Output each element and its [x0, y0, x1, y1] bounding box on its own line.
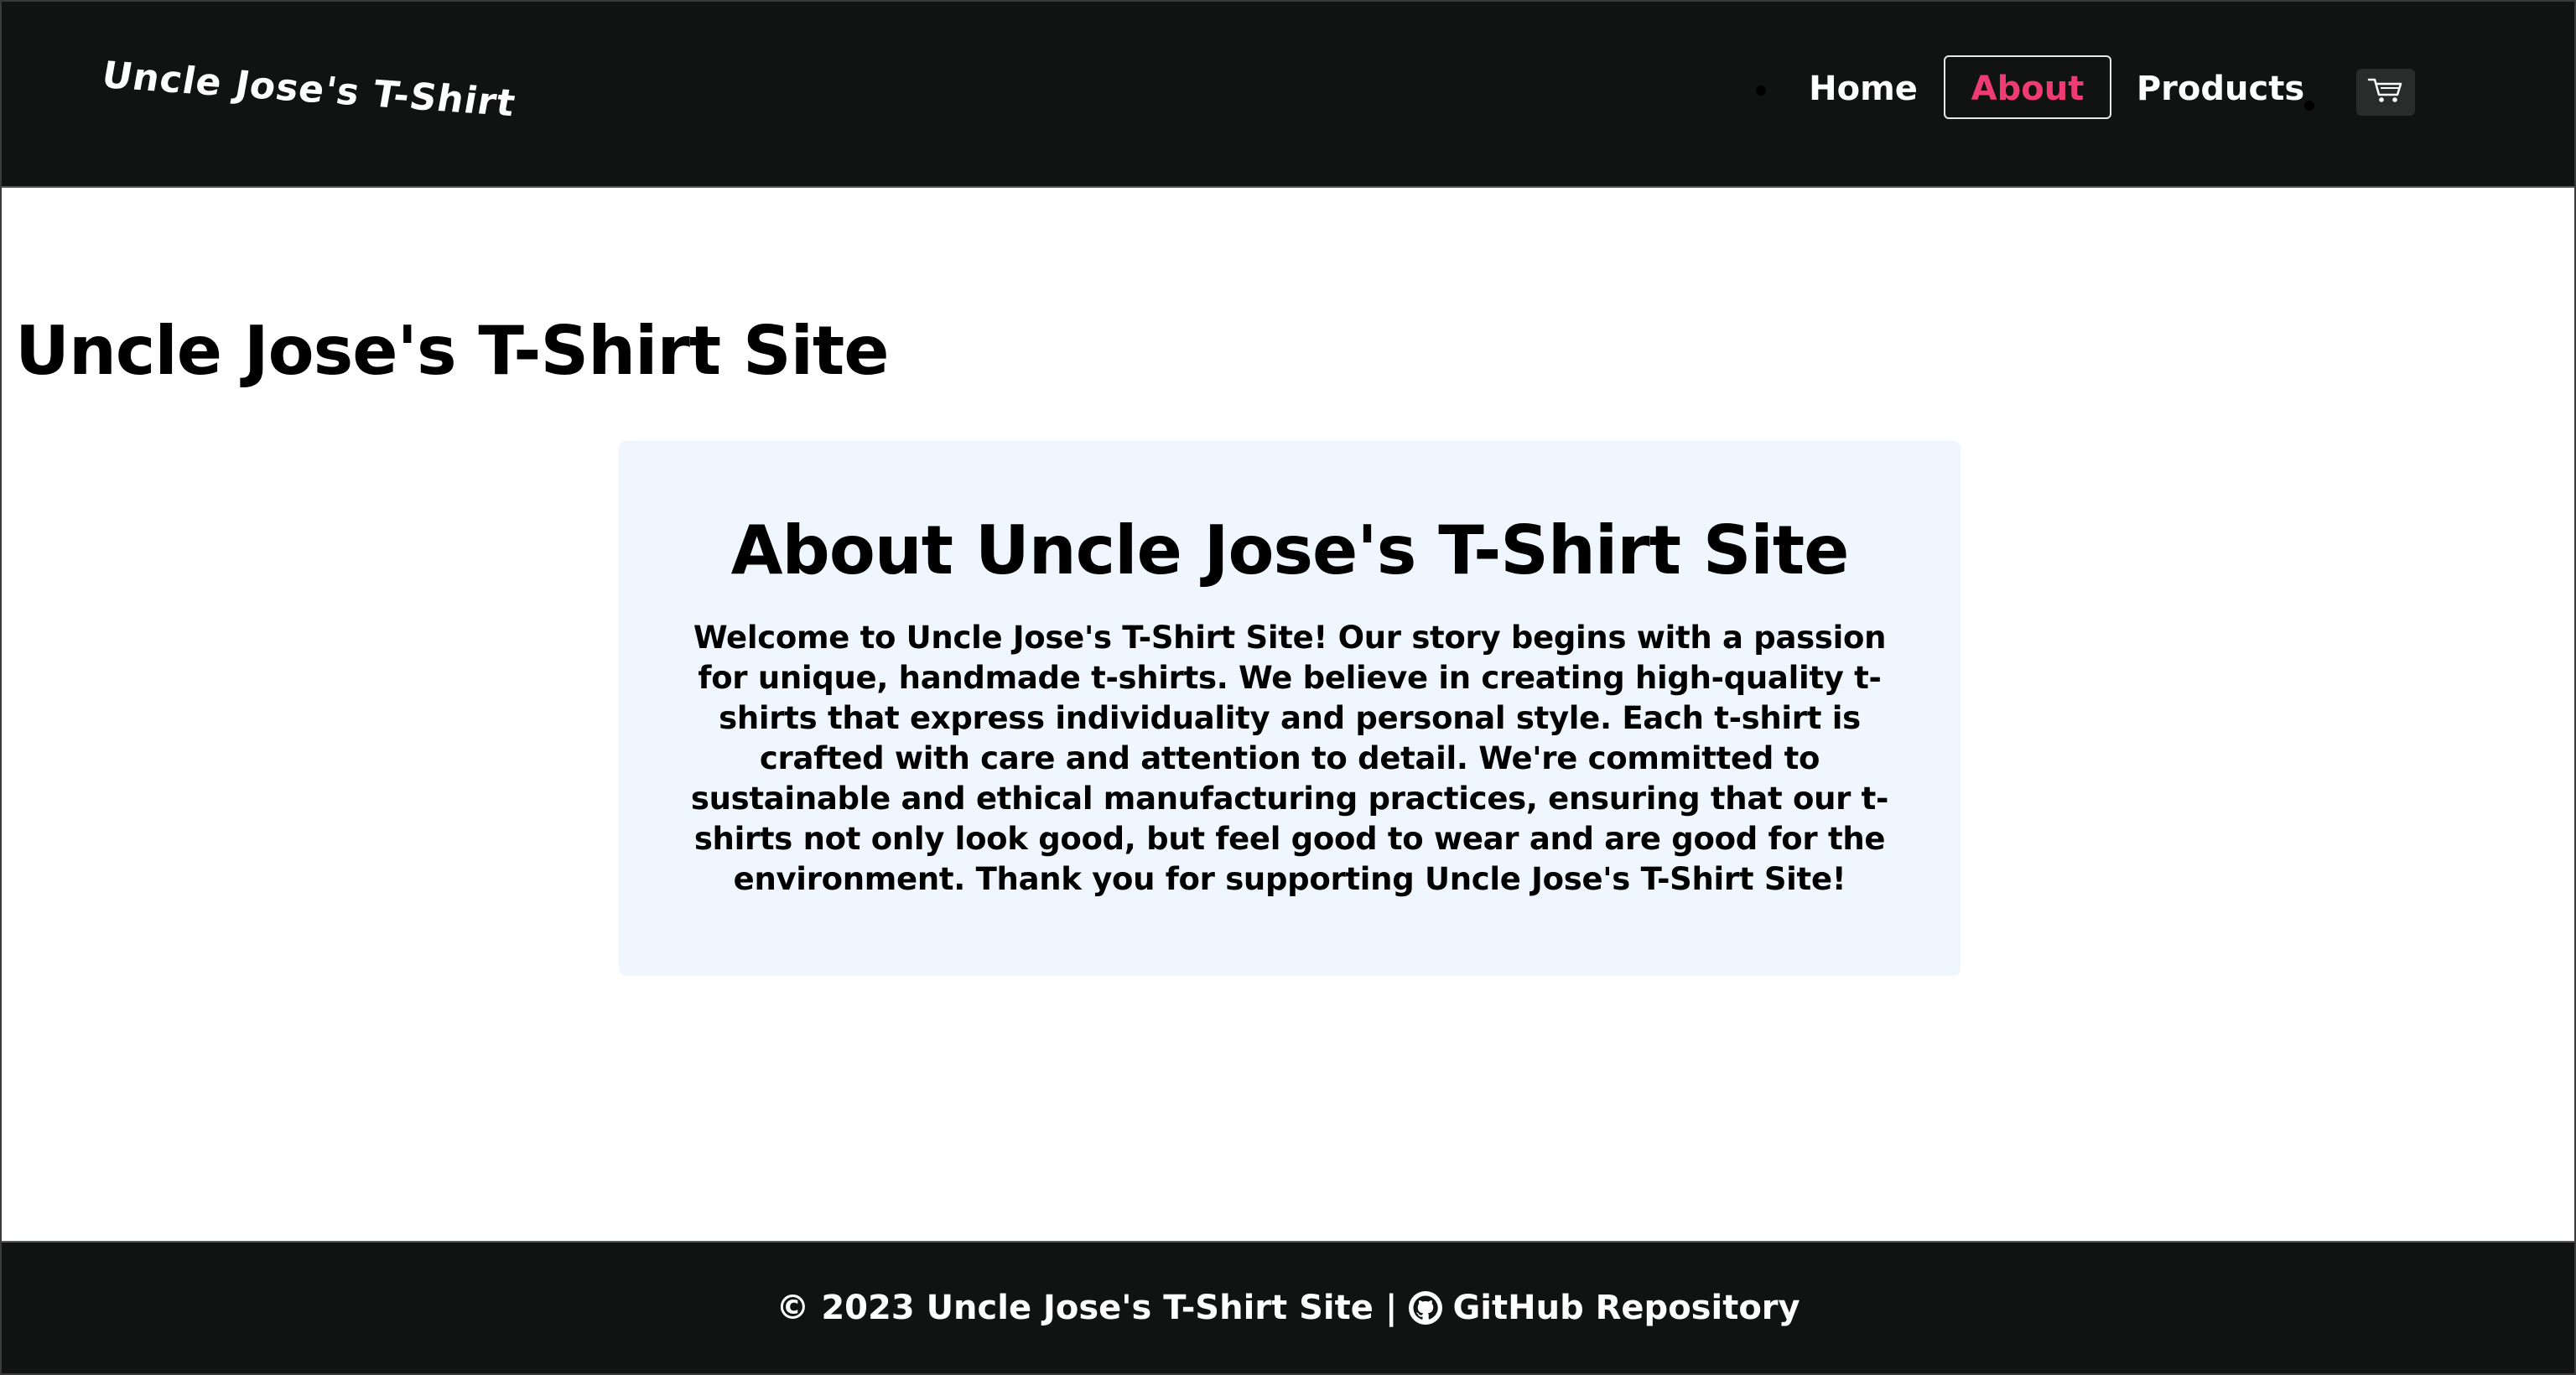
nav-bullet: [2304, 101, 2314, 111]
site-logo[interactable]: Uncle Jose's T-Shirt: [99, 54, 519, 125]
footer-copyright: © 2023 Uncle Jose's T-Shirt Site: [776, 1289, 1374, 1327]
page-title: Uncle Jose's T-Shirt Site: [15, 312, 890, 390]
about-text: Welcome to Uncle Jose's T-Shirt Site! Ou…: [690, 620, 1889, 897]
nav-link-home[interactable]: Home: [1796, 57, 1930, 121]
github-icon: [1409, 1291, 1443, 1325]
cart-icon: [2367, 76, 2404, 108]
github-repository-link[interactable]: GitHub Repository: [1409, 1289, 1800, 1327]
about-heading: About Uncle Jose's T-Shirt Site: [730, 511, 1850, 589]
github-link-label: GitHub Repository: [1452, 1289, 1800, 1327]
site-footer: © 2023 Uncle Jose's T-Shirt Site | GitHu…: [2, 1241, 2574, 1373]
footer-separator: |: [1384, 1289, 1398, 1327]
nav-link-about[interactable]: About: [1944, 55, 2111, 119]
site-header: Uncle Jose's T-Shirt Home About Products: [2, 2, 2574, 188]
nav-bullet: [1756, 86, 1766, 96]
about-card: About Uncle Jose's T-Shirt Site Welcome …: [619, 441, 1961, 976]
page: Uncle Jose's T-Shirt Home About Products…: [0, 0, 2576, 1375]
nav-link-products[interactable]: Products: [2132, 57, 2309, 121]
cart-button[interactable]: [2356, 69, 2415, 116]
